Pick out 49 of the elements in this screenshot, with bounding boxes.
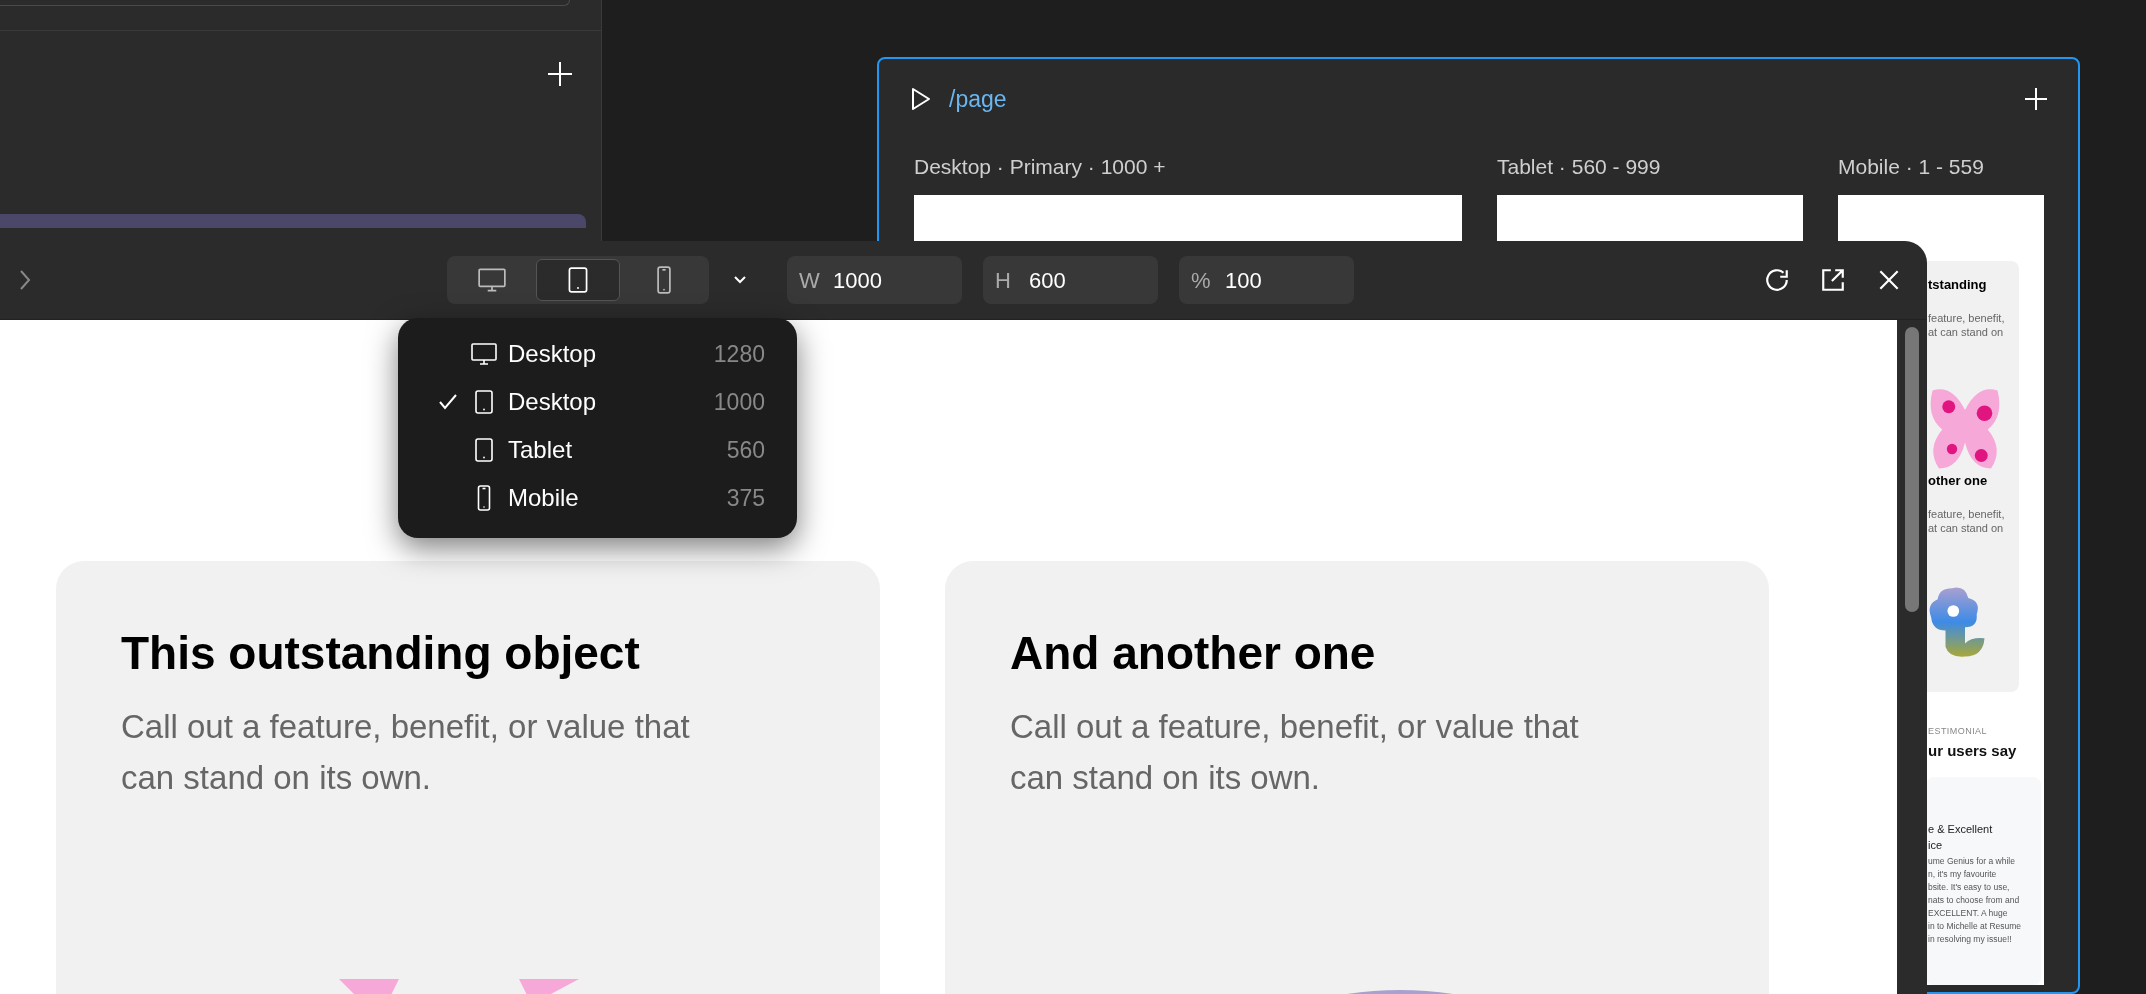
- add-icon[interactable]: [2024, 87, 2048, 111]
- menu-item[interactable]: Mobile 375: [398, 474, 797, 522]
- card-description: Call out a feature, benefit, or value that can stand on its own.: [121, 707, 691, 798]
- section-eyebrow: ESTIMONIAL: [1928, 724, 1988, 738]
- menu-item-width: 560: [726, 435, 765, 465]
- device-tab[interactable]: [536, 259, 620, 301]
- menu-item-label: Mobile: [508, 483, 579, 513]
- breakpoint-label: Mobile · 1 - 559: [1838, 154, 1985, 181]
- field-label: %: [1191, 266, 1212, 295]
- field-label: H: [995, 266, 1012, 295]
- card-title: tstanding: [1928, 277, 1988, 293]
- breakpoint-label: Tablet · 560 - 999: [1497, 154, 1662, 181]
- menu-item[interactable]: Tablet 560: [398, 426, 797, 474]
- monitor-icon: [476, 265, 507, 295]
- dimension-field[interactable]: % 100: [1179, 256, 1354, 304]
- testimonial-title: e & Excellent ice: [1928, 821, 1994, 853]
- card-description: Call out a feature, benefit, or value that can stand on its own.: [1010, 707, 1580, 798]
- menu-item-width: 1280: [713, 339, 765, 369]
- monitor-icon: [470, 340, 498, 368]
- card-description: feature, benefit, at can stand on: [1928, 311, 2006, 339]
- field-value: 600: [1029, 266, 1066, 295]
- section-heading: ur users say: [1928, 741, 2018, 762]
- menu-item-label: Desktop: [508, 339, 597, 369]
- card-title: This outstanding object: [121, 626, 641, 681]
- external-link-icon[interactable]: [1820, 267, 1846, 293]
- checkmark-icon: [438, 392, 458, 412]
- route-link[interactable]: /page: [949, 81, 1007, 117]
- breakpoint-label: Desktop · Primary · 1000 +: [914, 154, 1167, 181]
- testimonial-text: ume Genius for a while n, it's my favourite bsite. It's easy to use, nats to choose from and EXCELLENT. A huge in to Michelle at Resume in resolving my issue!!: [1928, 854, 2023, 946]
- menu-item[interactable]: Desktop 1000: [398, 378, 797, 426]
- menu-item-label: Tablet: [508, 435, 573, 465]
- scrollbar-thumb[interactable]: [1905, 327, 1919, 612]
- field-value: 1000: [833, 266, 882, 295]
- card-title: other one: [1928, 472, 1989, 489]
- card-title: And another one: [1010, 626, 1377, 681]
- dimension-field[interactable]: H 600: [983, 256, 1158, 304]
- field-label: W: [799, 266, 821, 295]
- add-icon[interactable]: [547, 61, 573, 87]
- play-icon[interactable]: [909, 87, 931, 111]
- menu-item[interactable]: Desktop 1280: [398, 330, 797, 378]
- refresh-icon[interactable]: [1764, 267, 1790, 293]
- caret-down-icon[interactable]: [733, 274, 747, 286]
- menu-item-label: Desktop: [508, 387, 597, 417]
- dimension-field[interactable]: W 1000: [787, 256, 962, 304]
- field-value: 100: [1225, 266, 1262, 295]
- menu-item-width: 1000: [713, 387, 765, 417]
- card-description: feature, benefit, at can stand on: [1928, 506, 2006, 535]
- menu-item-width: 375: [726, 483, 765, 513]
- chevron-right-icon[interactable]: [18, 269, 32, 291]
